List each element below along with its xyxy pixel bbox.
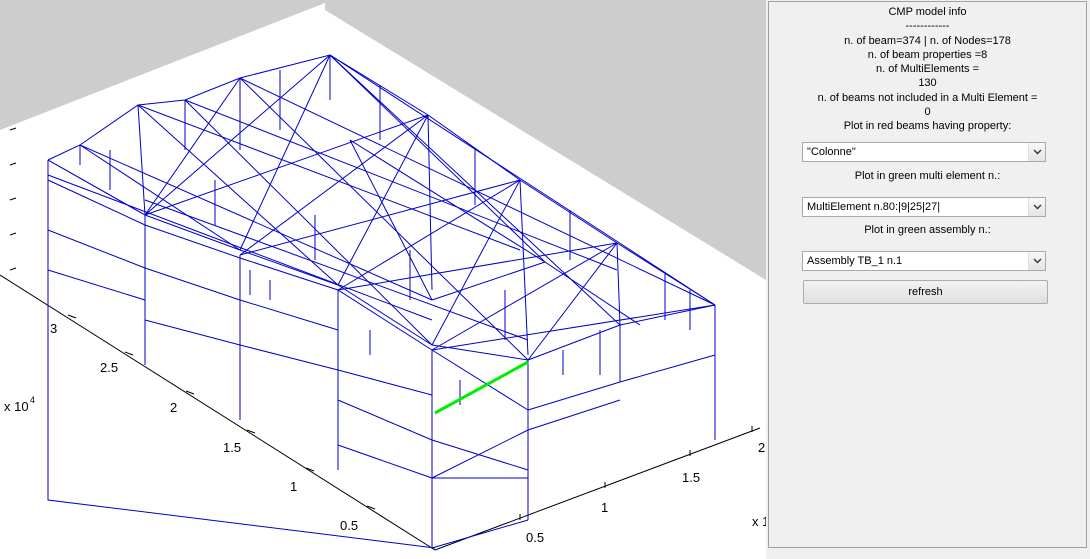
chevron-down-icon[interactable]	[1028, 198, 1045, 216]
left-tick-label: 2.5	[100, 360, 118, 375]
info-multielements-label: n. of MultiElements =	[875, 63, 980, 76]
info-beam-node-count: n. of beam=374 | n. of Nodes=178	[844, 34, 1011, 47]
info-multielements-count: 130	[918, 77, 937, 90]
left-tick-label: 0.5	[340, 518, 358, 533]
axes-wall-left	[0, 3, 766, 559]
left-tick-label: 1	[290, 479, 297, 494]
bottom-tick-label: 0.5	[526, 530, 544, 545]
chevron-down-icon[interactable]	[1028, 252, 1045, 270]
info-unassigned-beams-count: 0	[924, 106, 931, 119]
model-info-text: CMP model info ------------ n. of beam=3…	[769, 5, 1086, 134]
assembly-select-value: Assembly TB_1 n.1	[807, 255, 903, 267]
property-select[interactable]: "Colonne"	[802, 142, 1046, 162]
left-tick-label: 2	[170, 400, 177, 415]
assembly-label: Plot in green assembly n.:	[864, 224, 991, 236]
refresh-button[interactable]: refresh	[803, 280, 1048, 304]
left-axis-exponent-power: 4	[30, 395, 35, 405]
bottom-tick-label: 1.5	[682, 470, 700, 485]
left-tick-label: 3	[50, 321, 57, 336]
multi-element-label: Plot in green multi element n.:	[854, 170, 1001, 182]
plot-area[interactable]: 3 2.5 2 1.5 1 0.5 x 10 4 0.5 1 1.5 2 x 1	[0, 0, 766, 559]
property-select-value: "Colonne"	[807, 146, 856, 158]
multi-element-select[interactable]: MultiElement n.80:|9|25|27|	[802, 197, 1046, 217]
bottom-tick-label: 1	[601, 500, 608, 515]
chevron-down-icon[interactable]	[1028, 143, 1045, 161]
left-axis-exponent: x 10	[4, 399, 29, 414]
multi-element-select-value: MultiElement n.80:|9|25|27|	[807, 201, 941, 213]
info-separator: ------------	[905, 20, 950, 33]
info-title: CMP model info	[888, 6, 967, 18]
structure-plot[interactable]: 3 2.5 2 1.5 1 0.5 x 10 4 0.5 1 1.5 2 x 1	[0, 0, 766, 559]
red-property-label: Plot in red beams having property:	[843, 120, 1012, 133]
info-unassigned-beams-label: n. of beams not included in a Multi Elem…	[817, 91, 1038, 104]
bottom-axis-exponent: x 1	[752, 514, 766, 529]
assembly-select[interactable]: Assembly TB_1 n.1	[802, 251, 1046, 271]
info-beam-properties: n. of beam properties =8	[867, 48, 988, 61]
bottom-tick-label: 2	[758, 440, 765, 455]
model-info-panel: CMP model info ------------ n. of beam=3…	[768, 1, 1087, 548]
left-tick-label: 1.5	[223, 440, 241, 455]
